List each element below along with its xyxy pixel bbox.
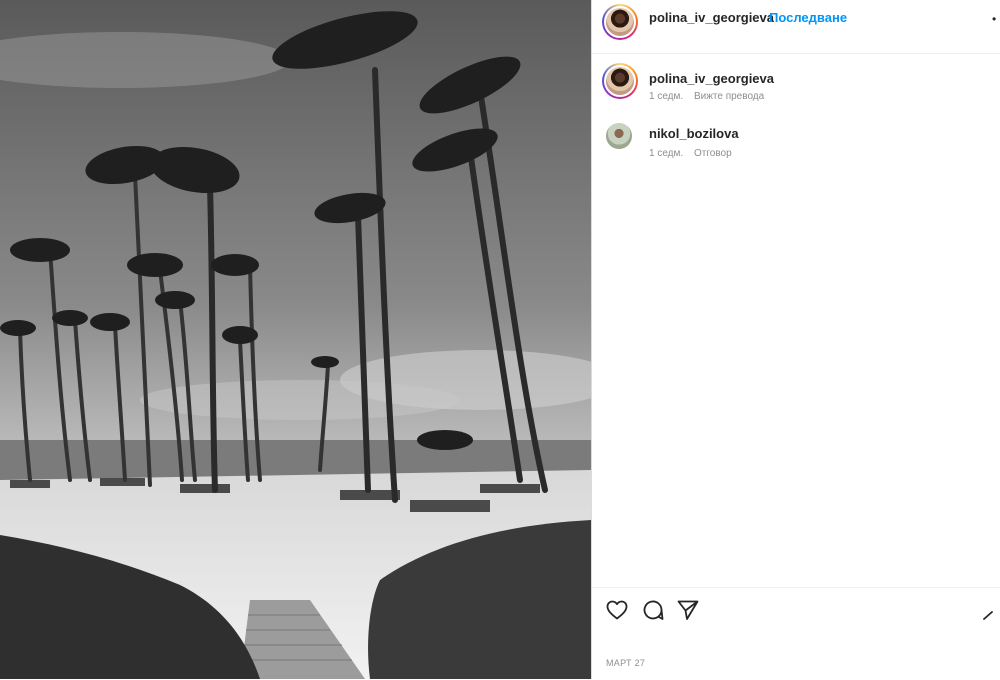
header-username[interactable]: polina_iv_georgieva	[649, 10, 774, 25]
avatar[interactable]	[602, 63, 638, 99]
comment-time[interactable]: 1 седм.	[649, 91, 683, 102]
post-image[interactable]	[0, 0, 591, 679]
comment-meta: 1 седм. Отговор	[649, 148, 740, 159]
avatar[interactable]	[602, 4, 638, 40]
see-translation-link[interactable]: Вижте превода	[694, 91, 764, 102]
post-date[interactable]: МАРТ 27	[606, 658, 645, 668]
avatar[interactable]	[606, 123, 632, 149]
comment-icon[interactable]	[641, 598, 665, 622]
comment-username[interactable]: nikol_bozilova	[649, 126, 739, 141]
post-side-panel: polina_iv_georgieva Последване • polina_…	[591, 0, 1000, 679]
share-icon[interactable]	[676, 598, 700, 622]
reply-link[interactable]: Отговор	[694, 148, 732, 159]
post-actions: МАРТ 27	[592, 587, 1000, 680]
beach-photo	[0, 0, 591, 679]
heart-icon[interactable]	[605, 598, 629, 622]
post-viewer: polina_iv_georgieva Последване • polina_…	[0, 0, 1000, 679]
comment-time[interactable]: 1 седм.	[649, 148, 683, 159]
post-header: polina_iv_georgieva Последване •	[592, 0, 1000, 54]
comment-meta: 1 седм. Вижте превода	[649, 91, 772, 102]
more-options-icon[interactable]: •	[992, 12, 996, 26]
comment-username[interactable]: polina_iv_georgieva	[649, 71, 774, 86]
follow-button[interactable]: Последване	[769, 10, 847, 25]
bookmark-icon[interactable]	[980, 598, 1000, 622]
